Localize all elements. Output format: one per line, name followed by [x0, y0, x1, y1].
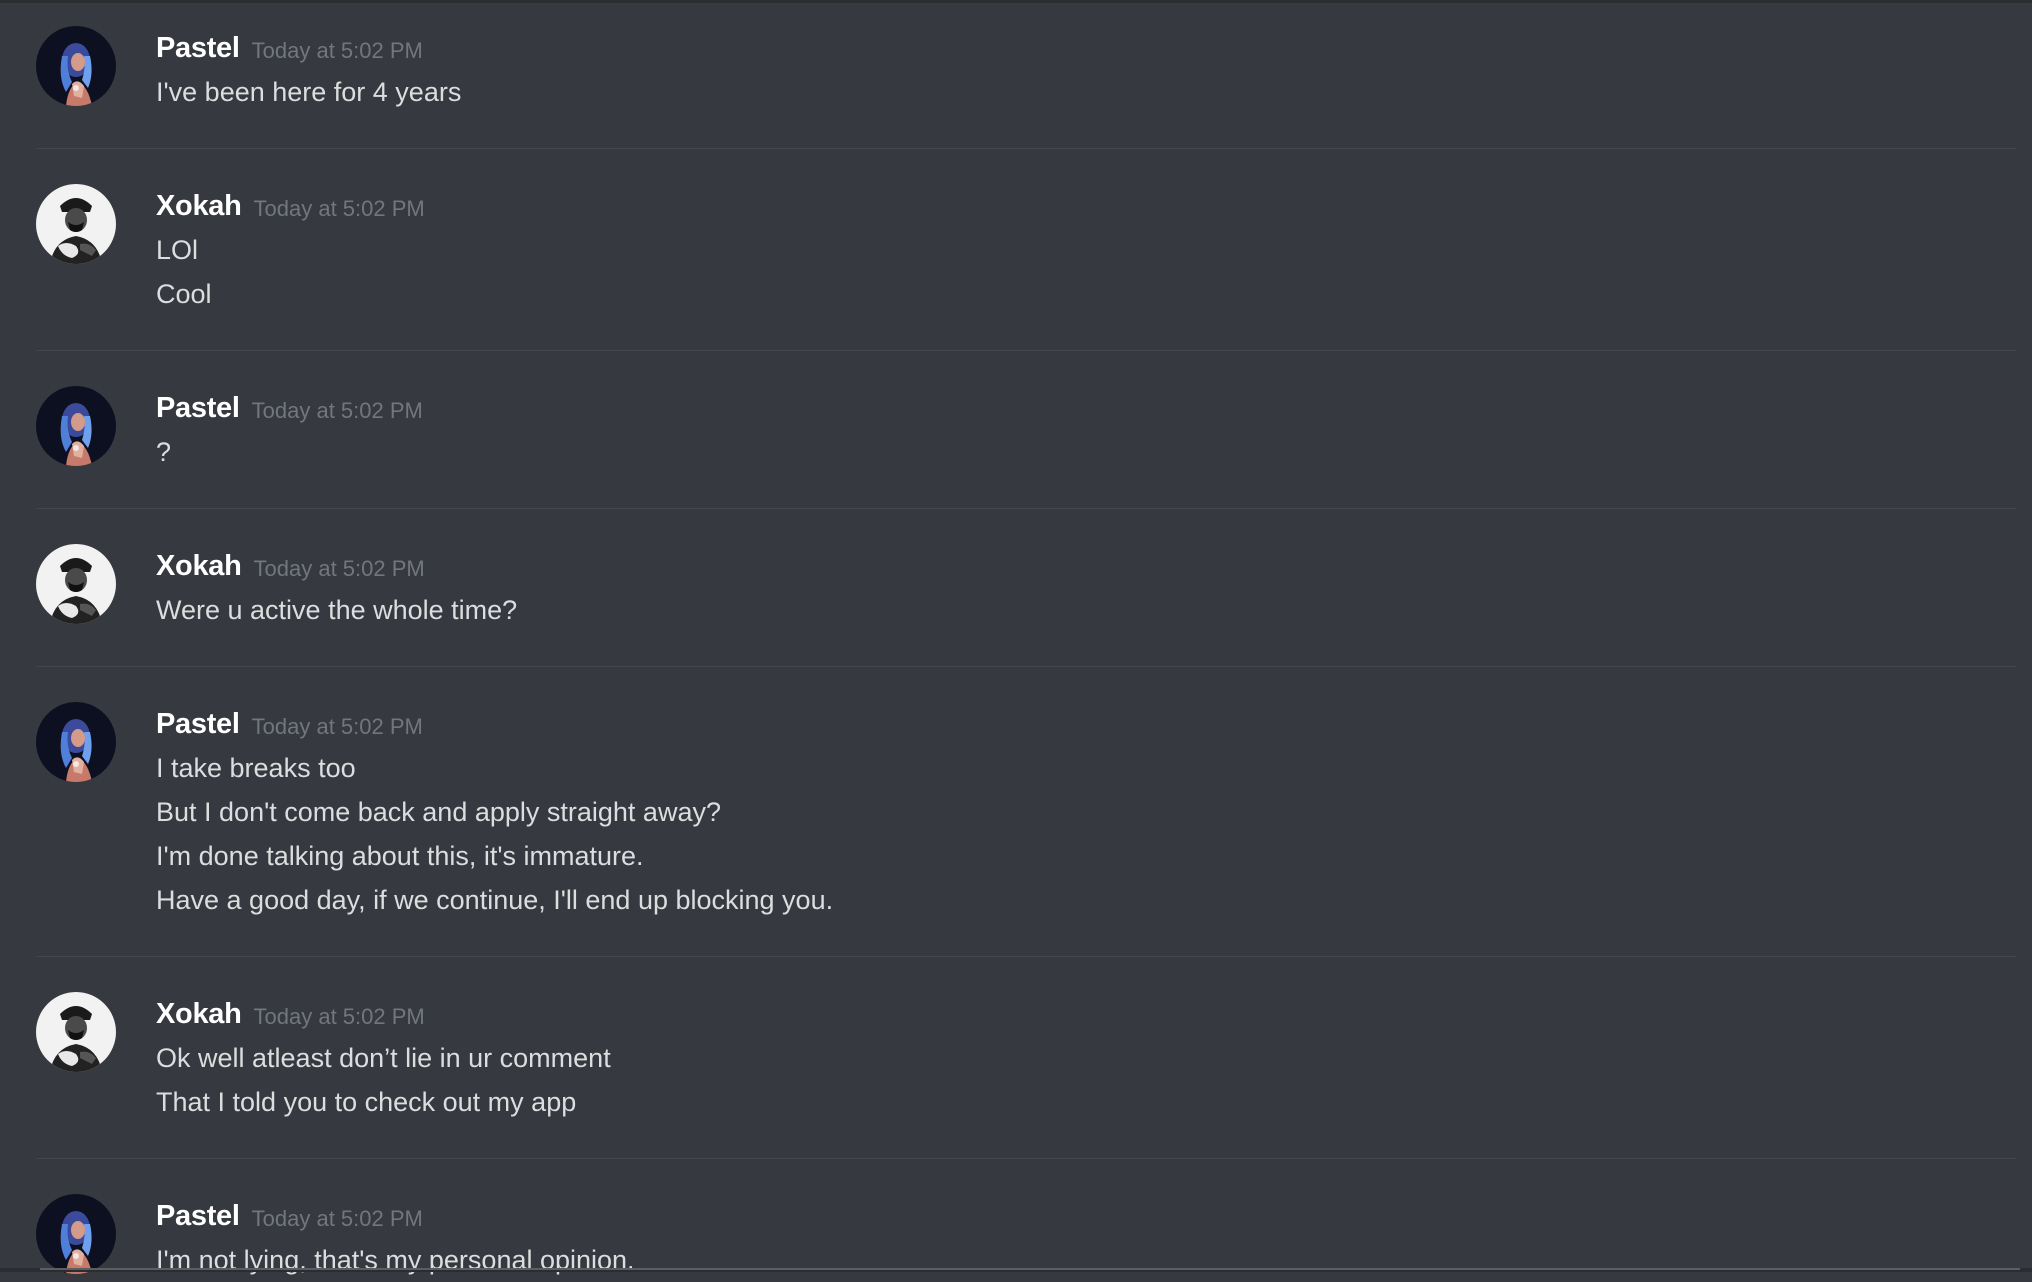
timestamp[interactable]: Today at 5:02 PM: [254, 1004, 425, 1029]
message-text: Ok well atleast don’t lie in ur comment: [156, 1043, 611, 1073]
xokah-avatar-icon[interactable]: [36, 992, 116, 1072]
message-content: Xokah Today at 5:02 PM Were u active the …: [156, 544, 2016, 632]
timestamp[interactable]: Today at 5:02 PM: [252, 38, 423, 63]
message-content: Pastel Today at 5:02 PM I take breaks too…: [156, 702, 2016, 922]
timestamp[interactable]: Today at 5:02 PM: [252, 714, 423, 739]
message-header: Pastel Today at 5:02 PM: [156, 26, 2016, 70]
message-text: But I don't come back and apply straight…: [156, 797, 721, 827]
message-content: Pastel Today at 5:02 PM ?: [156, 386, 2016, 474]
message-text: I take breaks too: [156, 753, 356, 783]
message-divider: [36, 1158, 2016, 1159]
username[interactable]: Pastel: [156, 1200, 240, 1232]
username[interactable]: Pastel: [156, 392, 240, 424]
message-text: Cool: [156, 279, 212, 309]
message-header: Pastel Today at 5:02 PM: [156, 386, 2016, 430]
chat-message-list[interactable]: Pastel Today at 5:02 PM I've been here fo…: [0, 0, 2032, 1275]
message-header: Xokah Today at 5:02 PM: [156, 184, 2016, 228]
pastel-avatar-icon[interactable]: [36, 386, 116, 466]
message-header: Pastel Today at 5:02 PM: [156, 702, 2016, 746]
message-content: Pastel Today at 5:02 PM I've been here fo…: [156, 26, 2016, 114]
message-text: I've been here for 4 years: [156, 77, 462, 107]
message-divider: [36, 956, 2016, 957]
pastel-avatar-icon[interactable]: [36, 702, 116, 782]
username[interactable]: Xokah: [156, 190, 242, 222]
timestamp[interactable]: Today at 5:02 PM: [252, 398, 423, 423]
pastel-avatar-icon[interactable]: [36, 26, 116, 106]
message-content: Xokah Today at 5:02 PM LOl Cool: [156, 184, 2016, 316]
username[interactable]: Xokah: [156, 550, 242, 582]
message-text: Were u active the whole time?: [156, 595, 518, 625]
message-text: I'm done talking about this, it's immatu…: [156, 841, 644, 871]
username[interactable]: Pastel: [156, 32, 240, 64]
message-text: Have a good day, if we continue, I'll en…: [156, 885, 834, 915]
message-divider: [36, 350, 2016, 351]
message-text: I'm not lying, that's my personal opinio…: [156, 1245, 635, 1275]
message-header: Pastel Today at 5:02 PM: [156, 1194, 2016, 1238]
message-header: Xokah Today at 5:02 PM: [156, 992, 2016, 1036]
message-text: LOl: [156, 235, 199, 265]
xokah-avatar-icon[interactable]: [36, 544, 116, 624]
message-divider: [36, 666, 2016, 667]
username[interactable]: Pastel: [156, 708, 240, 740]
timestamp[interactable]: Today at 5:02 PM: [254, 556, 425, 581]
message-text: That I told you to check out my app: [156, 1087, 577, 1117]
window-bottom-border: [40, 1268, 2020, 1270]
timestamp[interactable]: Today at 5:02 PM: [252, 1206, 423, 1231]
message-content: Xokah Today at 5:02 PM Ok well atleast do…: [156, 992, 2016, 1124]
message-divider: [36, 148, 2016, 149]
message-text: ?: [156, 437, 172, 467]
xokah-avatar-icon[interactable]: [36, 184, 116, 264]
timestamp[interactable]: Today at 5:02 PM: [254, 196, 425, 221]
message-divider: [36, 508, 2016, 509]
username[interactable]: Xokah: [156, 998, 242, 1030]
message-header: Xokah Today at 5:02 PM: [156, 544, 2016, 588]
pastel-avatar-icon[interactable]: [36, 1194, 116, 1274]
